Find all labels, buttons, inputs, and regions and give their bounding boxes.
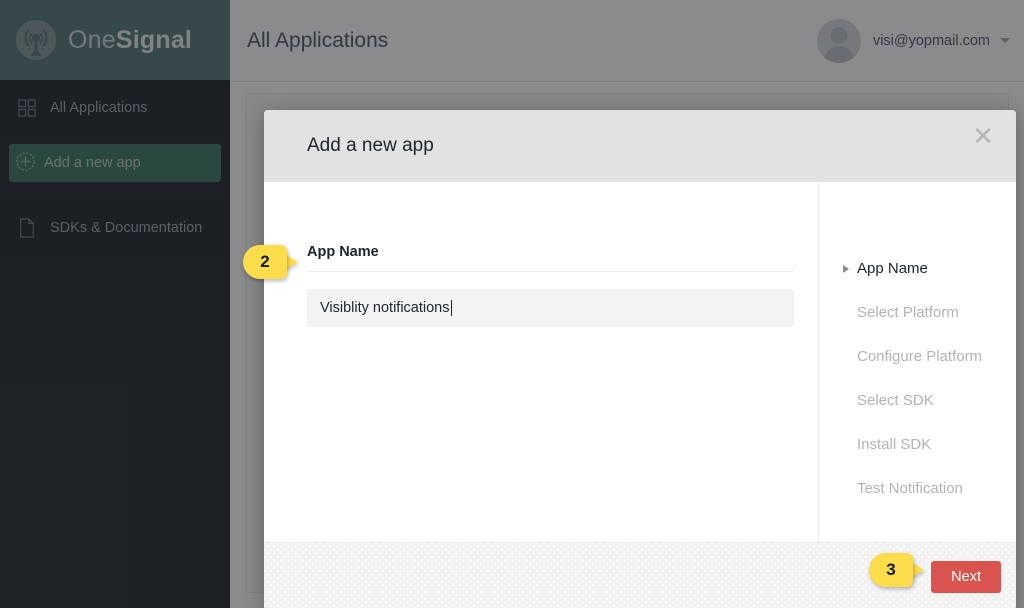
step-select-sdk[interactable]: Select SDK [843,392,1016,409]
step-configure-platform[interactable]: Configure Platform [843,348,1016,365]
field-divider [307,271,794,272]
add-new-app-modal: Add a new app ✕ App Name Visiblity notif… [264,110,1016,608]
close-icon[interactable]: ✕ [968,122,998,152]
app-name-input-value: Visiblity notifications [320,300,450,316]
modal-header: Add a new app ✕ [264,110,1016,182]
app-name-label: App Name [307,244,794,260]
step-label: Select Platform [857,304,959,321]
app-root: All Applications visi@yopmail.com [0,0,1024,608]
step-label: Install SDK [857,436,931,453]
step-label: Test Notification [857,480,963,497]
step-label: Select SDK [857,392,934,409]
modal-title: Add a new app [307,135,434,157]
step-install-sdk[interactable]: Install SDK [843,436,1016,453]
callout-marker-2: 2 [243,245,303,279]
callout-marker-3: 3 [869,553,929,587]
step-label: Configure Platform [857,348,982,365]
modal-form-pane: App Name Visiblity notifications [264,182,818,542]
callout-number: 3 [869,553,913,587]
modal-body: App Name Visiblity notifications App Nam… [264,182,1016,542]
modal-steps-pane: App Name Select Platform Configure Platf… [818,182,1016,542]
step-label: App Name [857,260,928,277]
step-test-notification[interactable]: Test Notification [843,480,1016,497]
triangle-right-icon [843,265,849,273]
app-name-input[interactable]: Visiblity notifications [307,289,794,327]
text-cursor [451,300,452,316]
step-select-platform[interactable]: Select Platform [843,304,1016,321]
next-button[interactable]: Next [931,561,1001,593]
step-app-name[interactable]: App Name [843,260,1016,277]
callout-number: 2 [243,245,287,279]
